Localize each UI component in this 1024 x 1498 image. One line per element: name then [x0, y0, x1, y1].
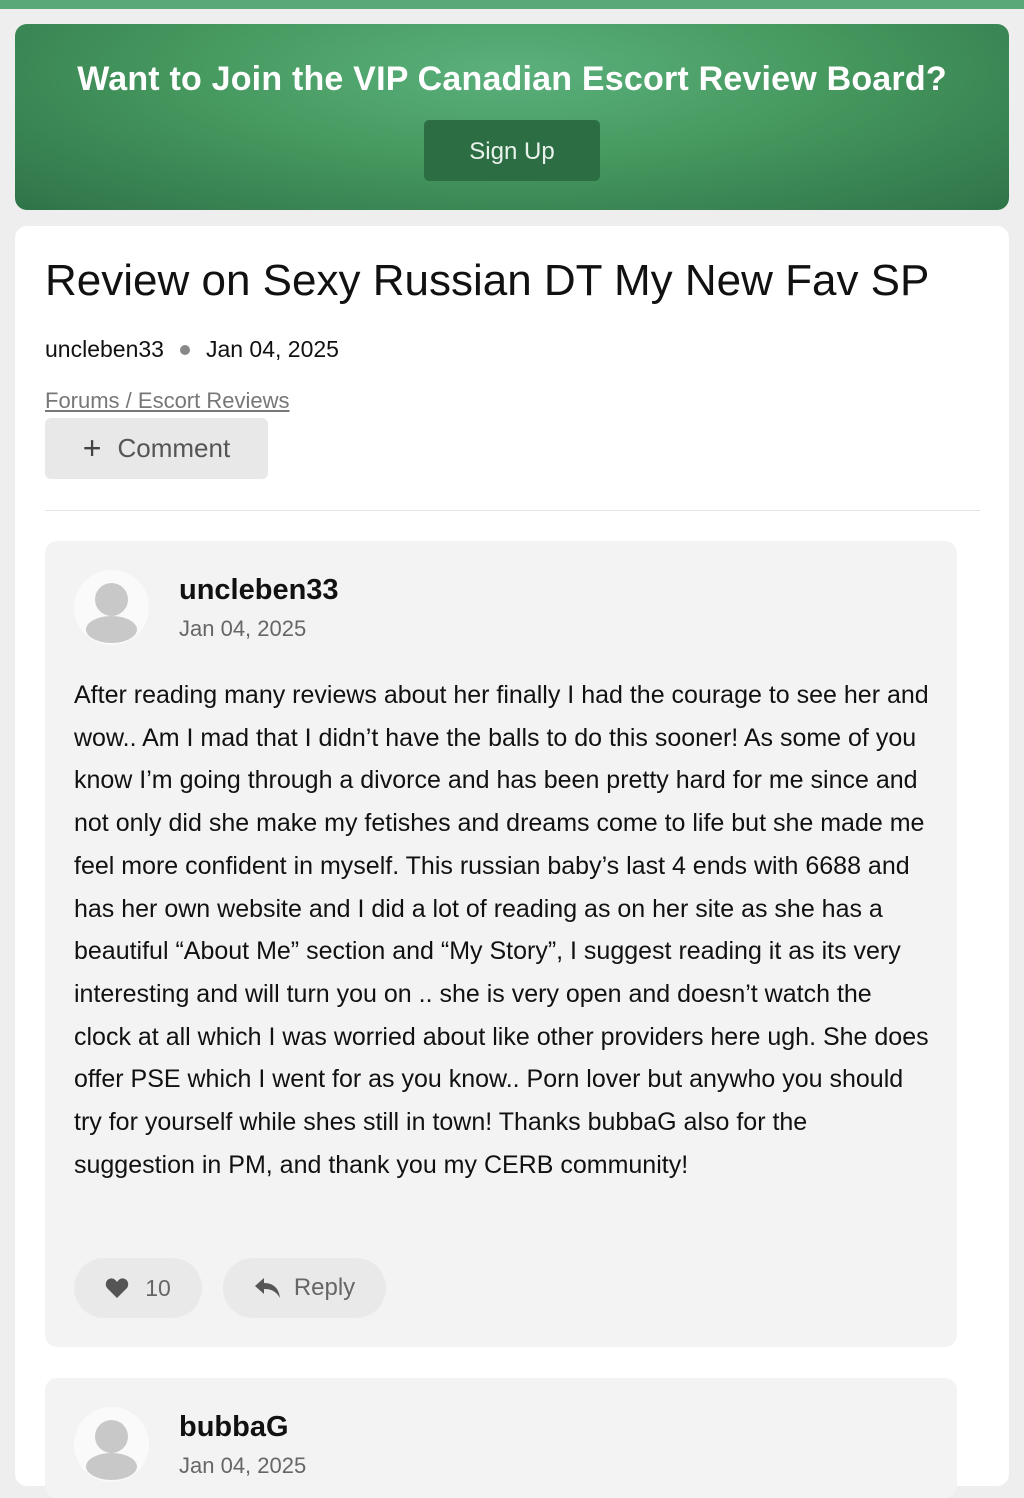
comment-button[interactable]: + Comment	[45, 418, 268, 479]
thread-author[interactable]: uncleben33	[45, 336, 164, 363]
avatar-head-shape	[95, 1420, 128, 1453]
top-accent-bar	[0, 0, 1024, 9]
separator-dot	[179, 344, 190, 355]
breadcrumb[interactable]: Forums / Escort Reviews	[45, 388, 290, 414]
thread-date: Jan 04, 2025	[205, 336, 339, 362]
sign-up-button[interactable]: Sign Up	[424, 120, 600, 181]
post-body: After reading many reviews about her fin…	[74, 681, 929, 1179]
reply-arrow-icon	[254, 1278, 280, 1298]
banner-title: Want to Join the VIP Canadian Escort Rev…	[77, 60, 947, 98]
divider	[45, 510, 980, 511]
post-date: Jan 04, 2025	[179, 616, 307, 641]
reply-label: Reply	[293, 1274, 356, 1301]
post-username[interactable]: bubbaG	[179, 1411, 289, 1444]
avatar[interactable]	[74, 1407, 149, 1482]
avatar-body-shape	[86, 616, 137, 643]
plus-icon: +	[82, 430, 102, 466]
post-username[interactable]: uncleben33	[179, 574, 339, 607]
avatar[interactable]	[74, 570, 149, 645]
avatar-head-shape	[95, 583, 128, 616]
thread-card: Review on Sexy Russian DT My New Fav SP …	[15, 226, 1009, 1498]
post-card: uncleben33 Jan 04, 2025 After reading ma…	[45, 541, 957, 1347]
heart-icon	[106, 1278, 129, 1298]
post-date: Jan 04, 2025	[179, 1453, 307, 1478]
thread-title: Review on Sexy Russian DT My New Fav SP	[45, 256, 930, 305]
avatar-body-shape	[86, 1453, 137, 1480]
comment-button-label: Comment	[117, 433, 231, 463]
like-button[interactable]: 10	[74, 1258, 202, 1318]
vip-signup-banner: Want to Join the VIP Canadian Escort Rev…	[15, 24, 1009, 210]
like-count: 10	[145, 1274, 171, 1301]
post-card: bubbaG Jan 04, 2025	[45, 1378, 957, 1498]
reply-button[interactable]: Reply	[223, 1258, 386, 1318]
thread-meta: uncleben33 Jan 04, 2025	[45, 336, 339, 363]
